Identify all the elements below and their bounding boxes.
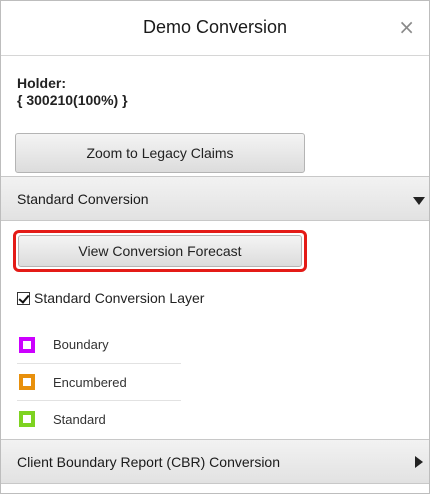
legend-item-boundary: Boundary xyxy=(17,326,181,363)
holder-label: Holder: xyxy=(17,75,66,91)
square-outline-icon xyxy=(19,374,35,390)
holder-info: Holder: { 300210(100%) } xyxy=(17,75,128,109)
cbr-conversion-label: Client Boundary Report (CBR) Conversion xyxy=(17,454,280,470)
close-icon[interactable]: × xyxy=(398,15,415,39)
caret-right-icon xyxy=(415,456,423,468)
legend-label: Standard xyxy=(53,411,106,427)
demo-conversion-dialog: Demo Conversion × Holder: { 300210(100%)… xyxy=(0,0,430,494)
dialog-title: Demo Conversion xyxy=(142,17,288,37)
standard-conversion-label: Standard Conversion xyxy=(17,191,149,207)
legend-label: Boundary xyxy=(53,337,109,352)
view-conversion-forecast-button[interactable]: View Conversion Forecast xyxy=(18,235,302,267)
square-outline-icon xyxy=(19,411,35,427)
standard-conversion-layer-toggle[interactable]: Standard Conversion Layer xyxy=(17,290,204,306)
legend-item-encumbered: Encumbered xyxy=(17,363,181,400)
holder-value: { 300210(100%) } xyxy=(17,92,128,108)
zoom-to-legacy-claims-button[interactable]: Zoom to Legacy Claims xyxy=(15,133,305,173)
legend-item-standard: Standard xyxy=(17,400,181,437)
layer-legend: Boundary Encumbered Standard xyxy=(17,326,181,437)
standard-conversion-layer-label: Standard Conversion Layer xyxy=(34,290,205,306)
standard-conversion-header[interactable]: Standard Conversion xyxy=(1,176,429,221)
checkbox-checked-icon[interactable] xyxy=(17,291,30,305)
legend-label: Encumbered xyxy=(53,374,127,390)
square-outline-icon xyxy=(19,336,35,353)
cbr-conversion-header[interactable]: Client Boundary Report (CBR) Conversion xyxy=(1,439,429,484)
forecast-highlight-box: View Conversion Forecast xyxy=(13,230,307,272)
caret-down-icon xyxy=(413,197,425,205)
dialog-titlebar: Demo Conversion × xyxy=(1,1,429,56)
